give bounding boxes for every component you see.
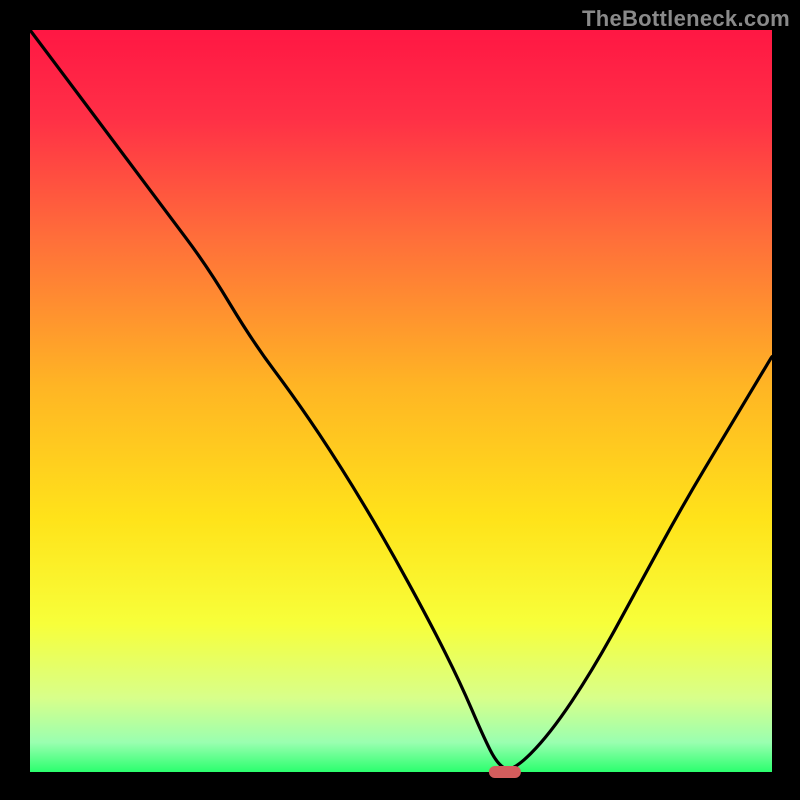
chart-canvas: TheBottleneck.com [0, 0, 800, 800]
plot-background [30, 30, 772, 772]
optimal-marker [489, 766, 521, 778]
bottleneck-plot [0, 0, 800, 800]
watermark-label: TheBottleneck.com [582, 6, 790, 32]
